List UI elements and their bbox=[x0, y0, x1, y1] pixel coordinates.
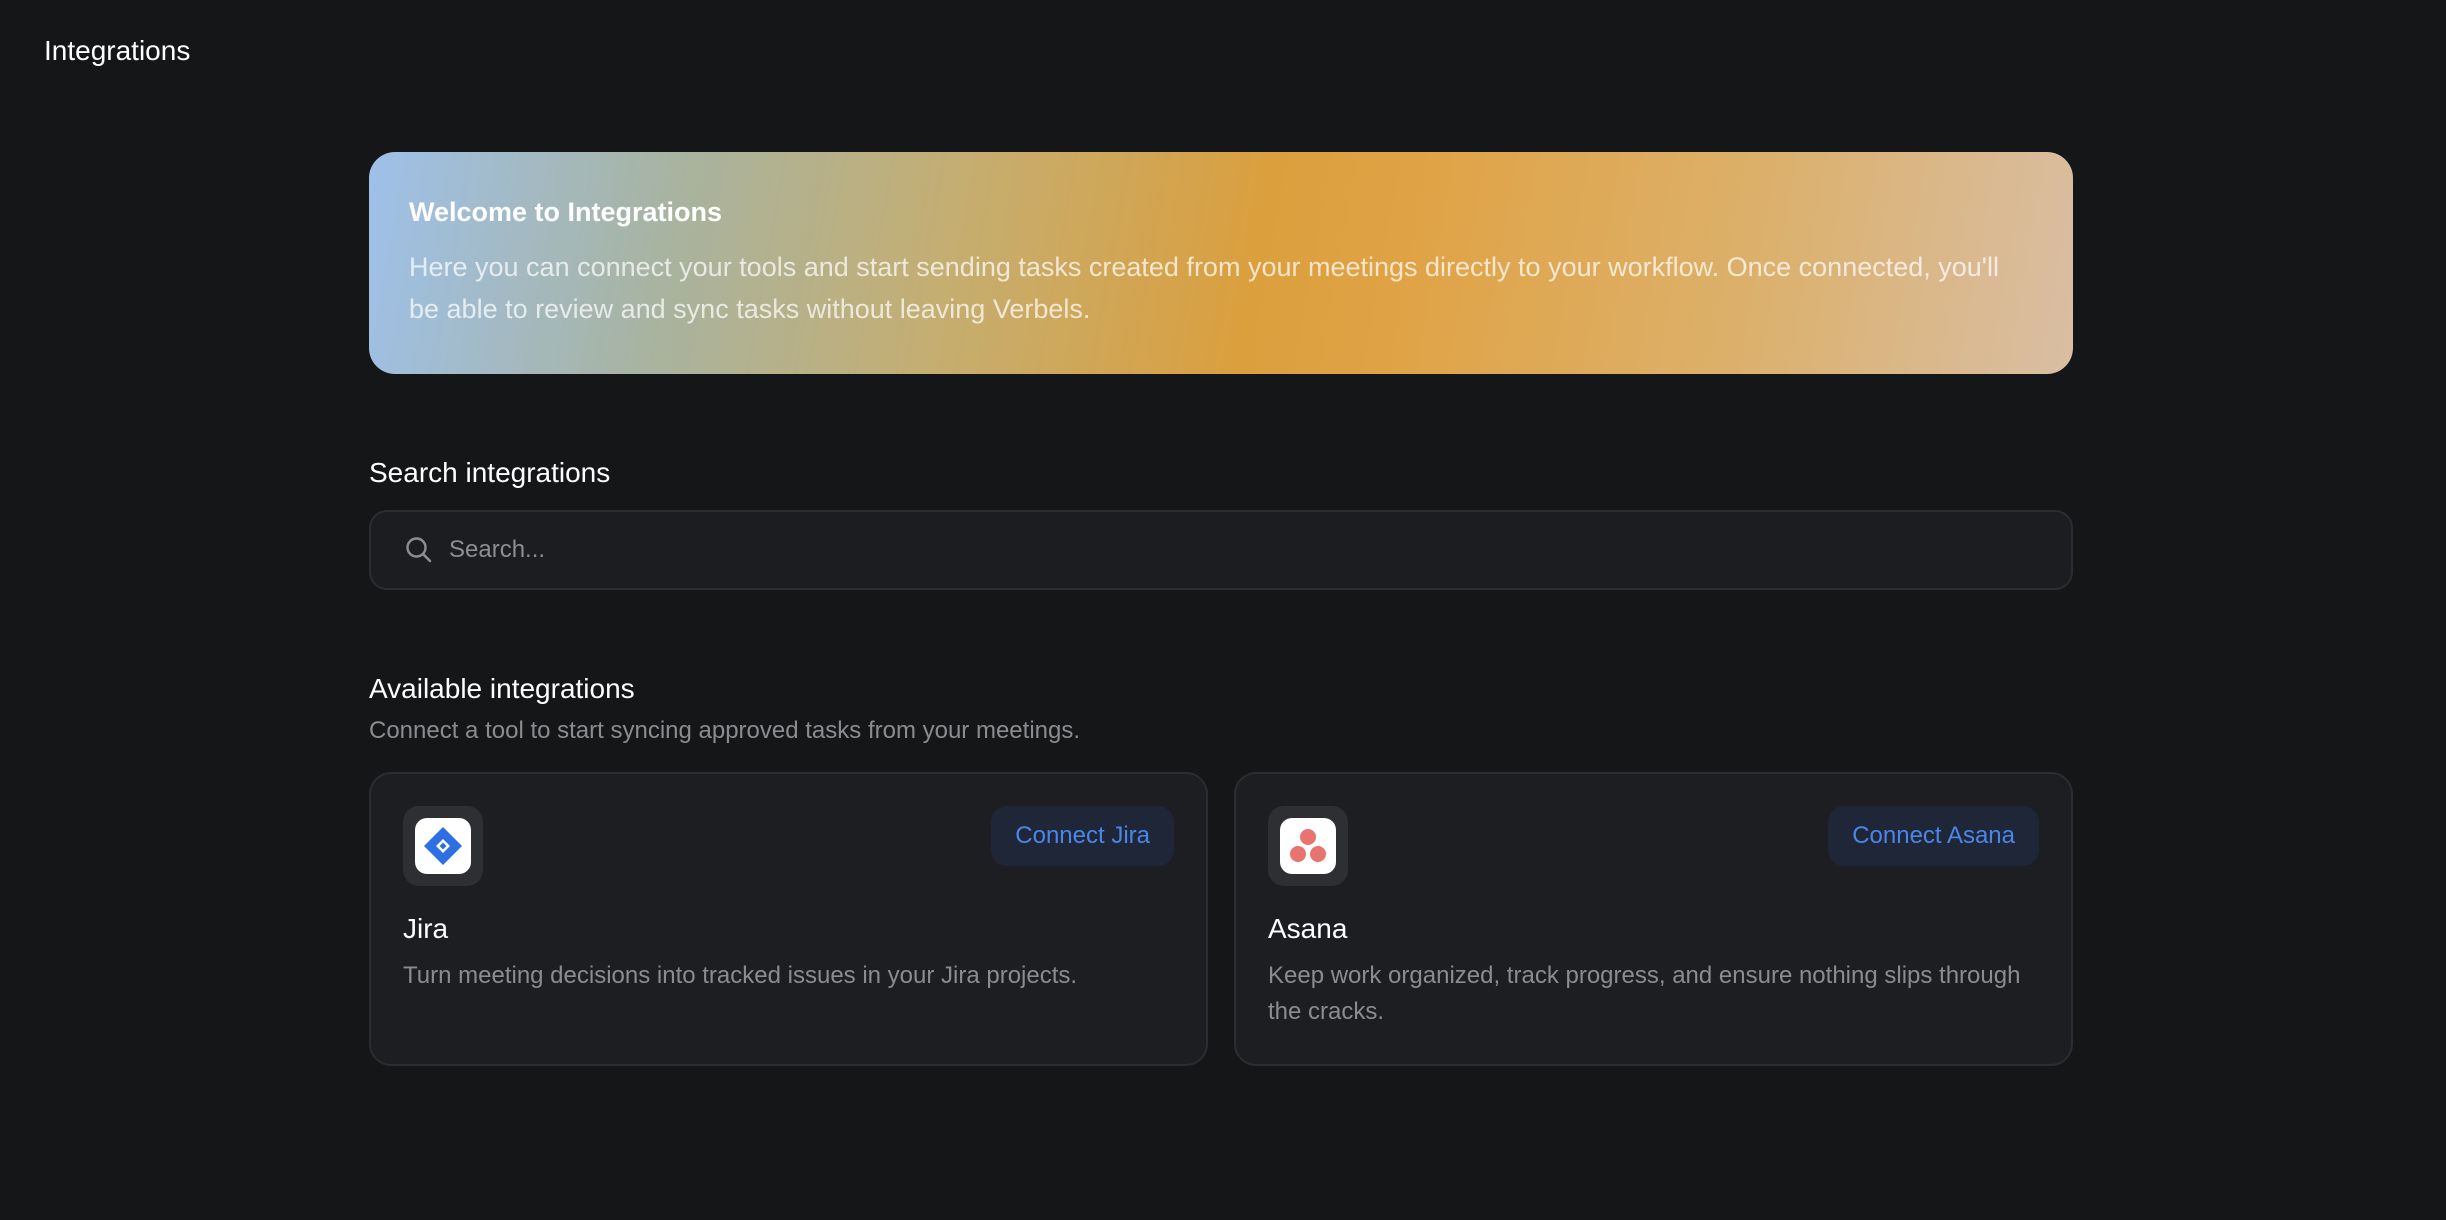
integrations-page: Integrations Welcome to Integrations Her… bbox=[0, 0, 2446, 1220]
integration-description: Keep work organized, track progress, and… bbox=[1268, 962, 2021, 1025]
integration-card-asana: Connect Asana Asana Keep work organized,… bbox=[1234, 772, 2073, 1066]
main-content: Welcome to Integrations Here you can con… bbox=[369, 152, 2073, 1066]
integration-name: Jira bbox=[403, 913, 449, 944]
connect-asana-button[interactable]: Connect Asana bbox=[1828, 806, 2039, 866]
search-icon bbox=[403, 534, 435, 566]
asana-logo-container bbox=[1268, 806, 1348, 886]
connect-jira-button[interactable]: Connect Jira bbox=[991, 806, 1174, 866]
search-label: Search integrations bbox=[369, 457, 611, 488]
jira-logo-icon bbox=[415, 818, 471, 874]
integration-card-jira: Connect Jira Jira Turn meeting decisions… bbox=[369, 772, 1208, 1066]
page-title: Integrations bbox=[44, 35, 191, 66]
welcome-banner: Welcome to Integrations Here you can con… bbox=[369, 152, 2073, 374]
available-integrations-subtitle: Connect a tool to start syncing approved… bbox=[369, 717, 1081, 744]
banner-text: Here you can connect your tools and star… bbox=[409, 252, 1999, 324]
jira-logo-container bbox=[403, 806, 483, 886]
integration-cards: Connect Jira Jira Turn meeting decisions… bbox=[369, 772, 2073, 1066]
search-input[interactable] bbox=[449, 520, 2071, 580]
banner-title: Welcome to Integrations bbox=[409, 197, 723, 227]
available-integrations-title: Available integrations bbox=[369, 673, 635, 704]
integration-description: Turn meeting decisions into tracked issu… bbox=[403, 962, 1078, 989]
search-box[interactable] bbox=[369, 510, 2073, 590]
integration-name: Asana bbox=[1268, 913, 1348, 944]
asana-logo-icon bbox=[1280, 818, 1336, 874]
